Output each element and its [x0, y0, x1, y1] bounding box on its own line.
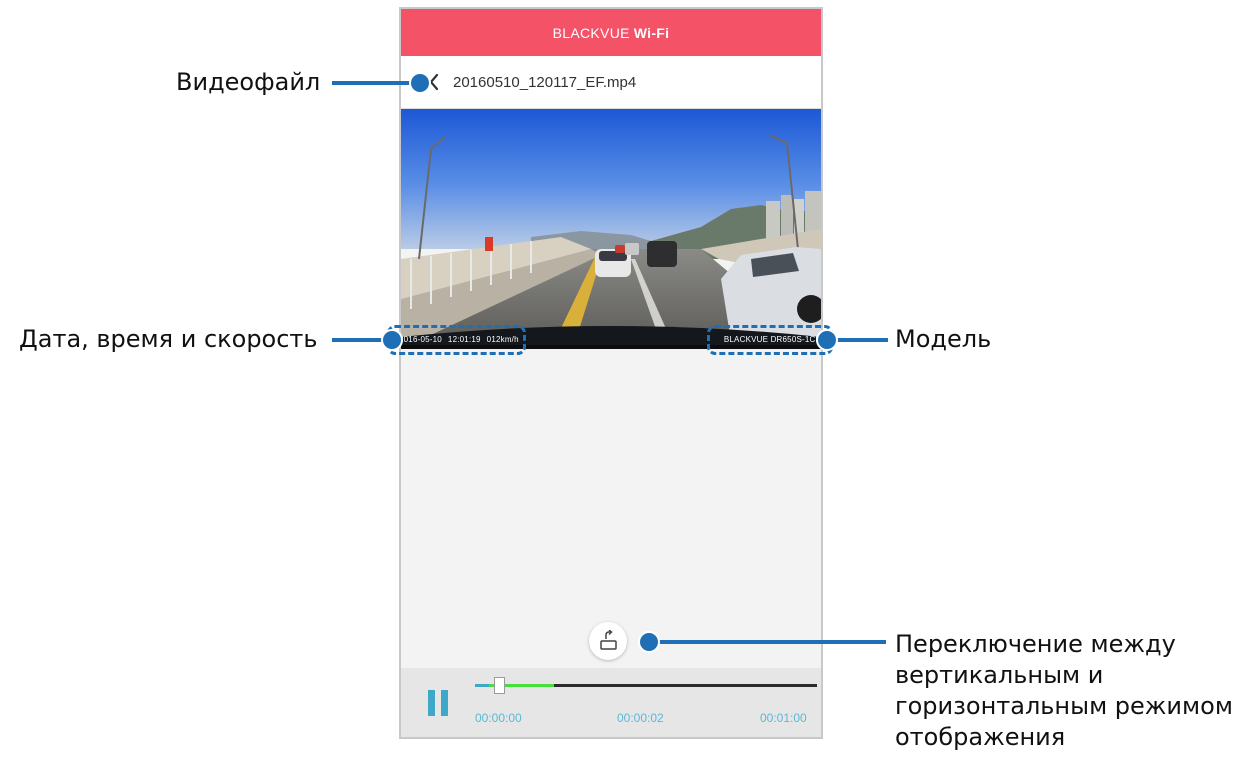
- callout-model-label: Модель: [895, 325, 992, 353]
- time-end: 00:01:00: [760, 711, 807, 725]
- seek-bar[interactable]: [475, 677, 817, 694]
- app-title-bold: Wi-Fi: [633, 24, 670, 41]
- seek-bar-thumb[interactable]: [493, 677, 505, 694]
- callout-orientation-line-1: Переключение между: [895, 630, 1176, 658]
- dashcam-video-frame: [401, 109, 821, 349]
- callout-datetime-highlight: [387, 325, 526, 355]
- time-current: 00:00:02: [617, 711, 664, 725]
- pause-icon-bar: [441, 690, 448, 716]
- pause-icon: [428, 690, 435, 716]
- time-start: 00:00:00: [475, 711, 522, 725]
- callout-model-dot: [816, 329, 838, 351]
- callout-video-file-label: Видеофайл: [176, 68, 321, 96]
- callout-model-highlight: [707, 325, 833, 355]
- callout-orientation-label: Переключение между вертикальным и горизо…: [895, 629, 1233, 753]
- app-header: BLACKVUE Wi-Fi: [401, 9, 821, 56]
- app-title-regular: BLACKVUE: [552, 24, 630, 41]
- callout-video-file-line: [332, 81, 418, 85]
- callout-orientation-line-3: горизонтальным режимом: [895, 692, 1233, 720]
- callout-orientation-line-4: отображения: [895, 723, 1066, 751]
- callout-datetime-label: Дата, время и скорость: [19, 325, 318, 353]
- pause-button[interactable]: [428, 690, 450, 716]
- callout-datetime-line: [332, 338, 388, 342]
- phone-screen: BLACKVUE Wi-Fi 20160510_120117_EF.mp4 20…: [399, 7, 823, 739]
- file-bar: 20160510_120117_EF.mp4: [401, 56, 821, 109]
- playback-controls: 00:00:00 00:00:02 00:01:00: [401, 668, 821, 737]
- callout-orientation-line: [650, 640, 886, 644]
- video-file-name: 20160510_120117_EF.mp4: [453, 73, 637, 91]
- callout-model-line: [832, 338, 888, 342]
- rotate-screen-icon: [600, 630, 617, 650]
- callout-datetime-dot: [381, 329, 403, 351]
- rotate-orientation-button[interactable]: [589, 622, 627, 660]
- callout-orientation-dot: [638, 631, 660, 653]
- video-player[interactable]: 2016-05-10 12:01:19 012km/h BLACKVUE DR650…: [401, 109, 821, 349]
- seek-bar-played: [475, 684, 489, 687]
- callout-orientation-line-2: вертикальным и: [895, 661, 1104, 689]
- callout-video-file-dot: [409, 72, 431, 94]
